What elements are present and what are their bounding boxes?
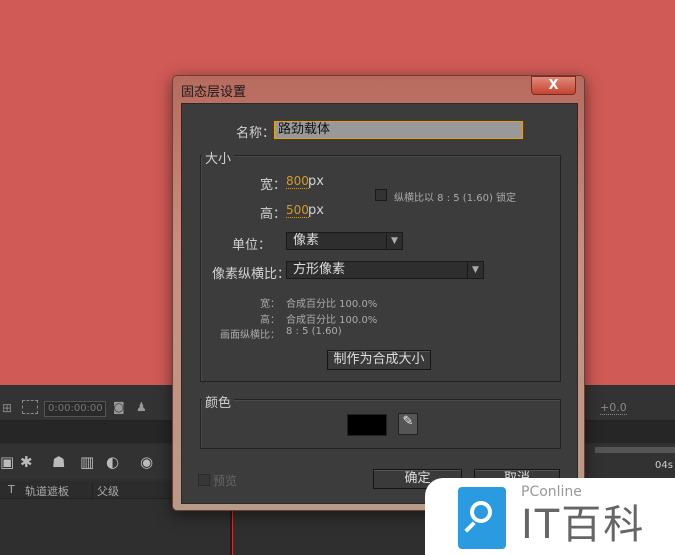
time-marker: 04s xyxy=(655,460,673,471)
close-button[interactable]: X xyxy=(531,76,576,95)
make-comp-size-button[interactable]: 制作为合成大小 xyxy=(327,350,431,370)
height-unit: px xyxy=(308,203,324,218)
width-label: 宽： xyxy=(260,178,287,193)
width-unit: px xyxy=(308,174,324,189)
grid-icon[interactable]: ⊞ xyxy=(2,401,12,415)
frame-blend-icon[interactable]: ▥ xyxy=(80,453,94,471)
info-height-label: 高： xyxy=(260,315,280,326)
column-parent[interactable]: 父级 xyxy=(92,483,119,499)
dialog-title: 固态层设置 xyxy=(181,85,247,100)
region-icon[interactable] xyxy=(22,400,38,414)
lock-aspect-checkbox[interactable] xyxy=(375,189,387,201)
graph-icon[interactable]: ◉ xyxy=(140,453,153,471)
column-track-matte[interactable]: 轨道遮板 xyxy=(25,483,69,499)
units-label: 单位： xyxy=(232,238,272,253)
camera-icon[interactable]: ◙ xyxy=(113,400,125,414)
eyedropper-icon[interactable]: ✎ xyxy=(398,413,418,435)
name-label: 名称： xyxy=(236,126,276,141)
solid-settings-dialog: 固态层设置 X 名称： 路劲载体 大小 宽： 800 px 纵横比以 8 : 5… xyxy=(172,75,585,511)
info-height-value: 合成百分比 100.0% xyxy=(286,315,378,326)
par-label: 像素纵横比： xyxy=(212,267,291,282)
height-label: 高： xyxy=(260,207,287,222)
exposure-value[interactable]: +0.0 xyxy=(600,401,627,415)
preview-checkbox[interactable] xyxy=(198,474,210,486)
size-group-title: 大小 xyxy=(202,148,235,167)
timecode-field[interactable]: 0:00:00:00 xyxy=(44,401,106,417)
pixel-aspect-dropdown[interactable]: 方形像素 ▼ xyxy=(286,261,484,279)
info-width-value: 合成百分比 100.0% xyxy=(286,299,378,310)
watermark-name: IT百科 xyxy=(521,502,646,548)
dialog-body: 名称： 路劲载体 大小 宽： 800 px 纵横比以 8 : 5 (1.60) … xyxy=(181,103,578,504)
time-ruler[interactable] xyxy=(595,447,675,453)
motion-blur-icon[interactable]: ☗ xyxy=(52,453,65,471)
name-input[interactable]: 路劲载体 xyxy=(274,121,523,139)
preview-label: 预览 xyxy=(213,474,238,488)
chevron-down-icon: ▼ xyxy=(467,262,483,278)
width-value[interactable]: 800 xyxy=(286,174,309,189)
color-group-title: 颜色 xyxy=(202,392,235,411)
height-value[interactable]: 500 xyxy=(286,203,309,218)
chevron-down-icon: ▼ xyxy=(386,233,402,249)
3d-icon[interactable]: ✱ xyxy=(20,453,33,471)
par-value: 方形像素 xyxy=(293,262,346,277)
adjustment-icon[interactable]: ◐ xyxy=(106,453,119,471)
column-t[interactable]: T xyxy=(8,483,15,496)
info-aspect-value: 8 : 5 (1.60) xyxy=(286,326,342,337)
search-logo-icon xyxy=(458,487,506,549)
layer-icon[interactable]: ▣ xyxy=(0,453,14,471)
watermark-brand: PConline xyxy=(521,484,582,500)
person-icon[interactable]: ♟ xyxy=(136,400,147,414)
info-width-label: 宽： xyxy=(260,299,280,310)
units-value: 像素 xyxy=(293,233,320,248)
pconline-watermark: PConline IT百科 xyxy=(425,478,675,555)
lock-aspect-label: 纵横比以 8 : 5 (1.60) 锁定 xyxy=(394,193,517,204)
info-aspect-label: 画面纵横比： xyxy=(220,330,280,341)
units-dropdown[interactable]: 像素 ▼ xyxy=(286,232,403,250)
color-swatch[interactable] xyxy=(347,414,387,436)
